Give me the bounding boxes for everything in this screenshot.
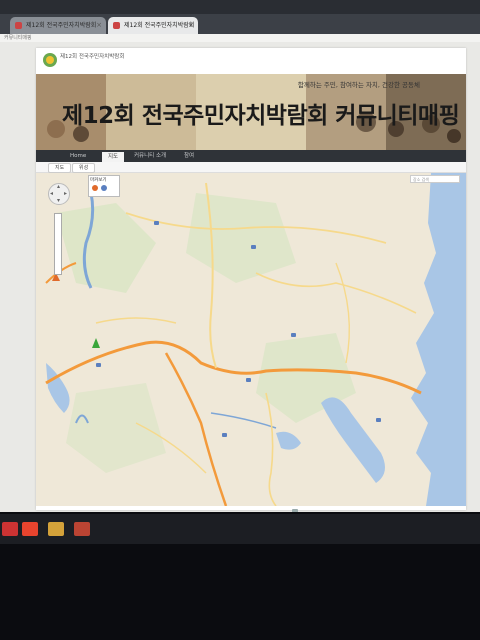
map-type-tabs: 지도 위성 — [36, 162, 466, 173]
media-icon[interactable] — [74, 522, 90, 536]
site-slogan: 함께하는 주민, 참여하는 자치, 건강한 공동체 — [297, 81, 420, 89]
pan-right-icon[interactable]: ▸ — [64, 190, 67, 197]
browser-viewport: 커뮤니티매핑 제12회 전국주민자치박람회 함께하는 주민, 참여하는 자치, … — [0, 34, 480, 512]
favicon-icon — [15, 22, 22, 29]
site-logo-text[interactable]: 제12회 전국주민자치박람회 — [60, 54, 124, 60]
close-tab-icon[interactable]: × — [96, 17, 102, 34]
tab-map[interactable]: 지도 — [48, 163, 72, 173]
marker-layer-box[interactable]: 마커보기 — [88, 175, 120, 197]
pan-down-icon[interactable]: ▾ — [57, 197, 60, 204]
browser-tab-2[interactable]: 제12회 전국주민자치박람회 × — [108, 17, 198, 34]
pan-left-icon[interactable]: ◂ — [50, 190, 53, 197]
monitor-bezel-top — [0, 0, 480, 14]
browser-tab-label: 제12회 전국주민자치박람회 — [124, 22, 195, 29]
close-tab-icon[interactable]: × — [188, 17, 194, 34]
browser-tab-label: 제12회 전국주민자치박람회 — [26, 22, 97, 29]
site-header: 제12회 전국주민자치박람회 — [36, 48, 466, 74]
folder-icon[interactable] — [48, 522, 64, 536]
map-canvas[interactable]: ▴ ▾ ◂ ▸ 마커보기 장소 검색 — [36, 173, 466, 506]
favicon-icon — [113, 22, 120, 29]
web-page: 제12회 전국주민자치박람회 함께하는 주민, 참여하는 자치, 건강한 공동체… — [36, 48, 466, 510]
nav-item-home[interactable]: Home — [64, 150, 92, 162]
address-text: 커뮤니티매핑 — [4, 35, 32, 41]
nav-item-participate[interactable]: 참여 — [178, 150, 200, 162]
browser-icon[interactable] — [22, 522, 38, 536]
address-bar[interactable]: 커뮤니티매핑 — [0, 34, 480, 42]
page-title: 제12회 전국주민자치박람회 커뮤니티매핑 — [62, 103, 460, 129]
marker-legend-icons — [92, 185, 107, 191]
taskbar — [0, 514, 480, 544]
browser-tab-bar: 제12회 전국주민자치박람회 × 제12회 전국주민자치박람회 × — [0, 14, 480, 34]
pan-up-icon[interactable]: ▴ — [57, 183, 60, 190]
tab-satellite[interactable]: 위성 — [72, 163, 96, 173]
pan-control[interactable]: ▴ ▾ ◂ ▸ — [48, 183, 70, 205]
site-logo-icon[interactable] — [42, 52, 58, 68]
main-nav: Home 지도 커뮤니티 소개 참여 — [36, 150, 466, 162]
map-search-input[interactable]: 장소 검색 — [410, 175, 460, 183]
start-icon[interactable] — [2, 522, 18, 536]
zoom-slider[interactable] — [54, 213, 62, 275]
nav-item-map[interactable]: 지도 — [102, 152, 125, 162]
nav-item-about[interactable]: 커뮤니티 소개 — [128, 150, 172, 162]
site-banner: 함께하는 주민, 참여하는 자치, 건강한 공동체 제12회 전국주민자치박람회… — [36, 74, 466, 150]
map-tiles — [36, 173, 466, 506]
browser-tab-1[interactable]: 제12회 전국주민자치박람회 × — [10, 17, 106, 34]
